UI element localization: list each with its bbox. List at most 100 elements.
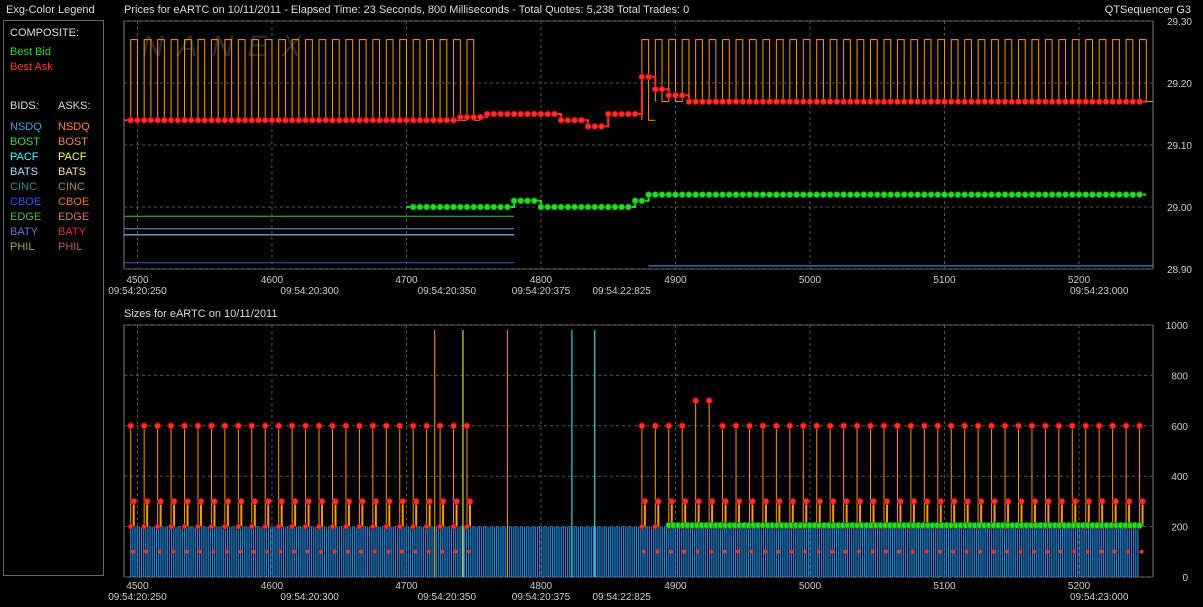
best-ask-point [591, 123, 599, 130]
best-ask-size-point [1001, 422, 1009, 430]
best-ask-size-point [813, 422, 821, 430]
best-ask-point [181, 116, 188, 124]
best-ask-point [389, 116, 397, 124]
best-ask-size-point [681, 497, 689, 505]
best-ask-point [429, 116, 437, 124]
best-ask-size-point [440, 549, 445, 554]
best-ask-size-point [1139, 549, 1144, 554]
best-ask-point [571, 116, 579, 124]
best-ask-size-point [410, 523, 417, 530]
best-ask-size-point [762, 497, 770, 505]
best-bid-size-point [1136, 521, 1143, 529]
watermark: NANEX [142, 30, 315, 63]
best-bid-point [894, 191, 901, 199]
price-tick-label: 29.30 [1167, 17, 1192, 28]
best-ask-size-point [197, 497, 205, 505]
best-ask-size-point [154, 422, 162, 430]
x-tick-label: 5000 [799, 275, 822, 286]
best-ask-size-point [211, 497, 218, 505]
best-bid-point [477, 203, 484, 211]
size-tick-label: 400 [1171, 472, 1188, 483]
best-ask-size-point [652, 523, 659, 530]
best-ask-size-point [184, 549, 189, 554]
best-ask-point [1122, 98, 1130, 105]
best-bid-point [752, 191, 760, 199]
best-ask-point [174, 116, 182, 124]
x-tick-label: 5200 [1068, 581, 1091, 592]
time-label: 09:54:20:375 [512, 592, 571, 603]
best-bid-point [779, 191, 787, 199]
best-bid-point [974, 191, 982, 199]
best-ask-size-point [638, 523, 645, 530]
best-ask-point [907, 98, 915, 105]
best-ask-size-point [264, 497, 272, 505]
best-ask-point [1082, 98, 1090, 105]
best-bid-point [1129, 191, 1137, 199]
best-ask-point [954, 98, 962, 105]
best-ask-size-point [978, 549, 983, 554]
best-bid-point [625, 203, 632, 211]
best-ask-size-point [843, 497, 851, 505]
best-ask-size-point [238, 549, 243, 554]
best-bid-point [524, 197, 531, 205]
best-ask-size-point [291, 497, 299, 505]
best-bid-point [1075, 191, 1083, 199]
best-bid-point [577, 203, 585, 211]
best-ask-size-point [695, 549, 700, 554]
best-ask-point [968, 98, 975, 105]
best-ask-size-point [359, 549, 364, 554]
best-ask-size-point [396, 422, 404, 430]
best-bid-point [631, 197, 639, 205]
best-ask-point [147, 116, 155, 124]
best-ask-point [1048, 98, 1056, 105]
best-ask-size-point [261, 422, 269, 430]
best-bid-point [1109, 191, 1117, 199]
best-ask-size-point [709, 549, 714, 554]
best-ask-size-point [463, 422, 471, 430]
best-ask-size-point [1044, 497, 1052, 505]
best-ask-point [127, 116, 135, 124]
best-ask-size-point [977, 497, 985, 505]
best-ask-point [255, 116, 262, 124]
best-ask-size-point [372, 497, 380, 505]
best-ask-point [201, 116, 209, 124]
best-ask-size-point [883, 549, 888, 554]
best-ask-size-point [776, 549, 781, 554]
x-tick-label: 4500 [126, 581, 149, 592]
best-ask-point [483, 110, 491, 118]
best-ask-size-point [732, 422, 740, 430]
best-bid-point [813, 191, 821, 199]
best-ask-point [1068, 98, 1076, 105]
best-ask-point [248, 116, 256, 124]
best-ask-size-point [358, 497, 366, 505]
best-bid-point [537, 203, 545, 211]
best-bid-point [1055, 191, 1063, 199]
x-tick-label: 5100 [933, 581, 956, 592]
best-bid-point [732, 191, 740, 199]
best-ask-size-point [665, 422, 673, 430]
best-ask-size-point [262, 523, 269, 530]
best-ask-size-point [224, 497, 232, 505]
x-tick-label: 4500 [126, 275, 149, 286]
best-bid-point [450, 203, 457, 211]
best-ask-size-point [1018, 497, 1025, 505]
best-ask-size-point [399, 497, 407, 505]
best-ask-point [134, 116, 141, 124]
best-ask-size-point [355, 422, 363, 430]
best-ask-size-point [140, 422, 148, 430]
best-ask-point [517, 110, 525, 118]
best-ask-size-point [1072, 549, 1077, 554]
best-bid-point [1082, 191, 1090, 199]
best-ask-size-point [181, 523, 188, 530]
best-ask-point [947, 98, 955, 105]
best-ask-size-point [964, 549, 969, 554]
best-ask-point [537, 110, 545, 118]
best-ask-point [282, 116, 289, 124]
time-label: 09:54:20:250 [108, 592, 167, 603]
best-bid-point [678, 191, 686, 199]
best-bid-point [598, 203, 605, 211]
best-ask-point [766, 98, 774, 105]
best-ask-size-point [385, 497, 393, 505]
best-bid-point [766, 191, 774, 199]
best-ask-point [1095, 98, 1103, 105]
